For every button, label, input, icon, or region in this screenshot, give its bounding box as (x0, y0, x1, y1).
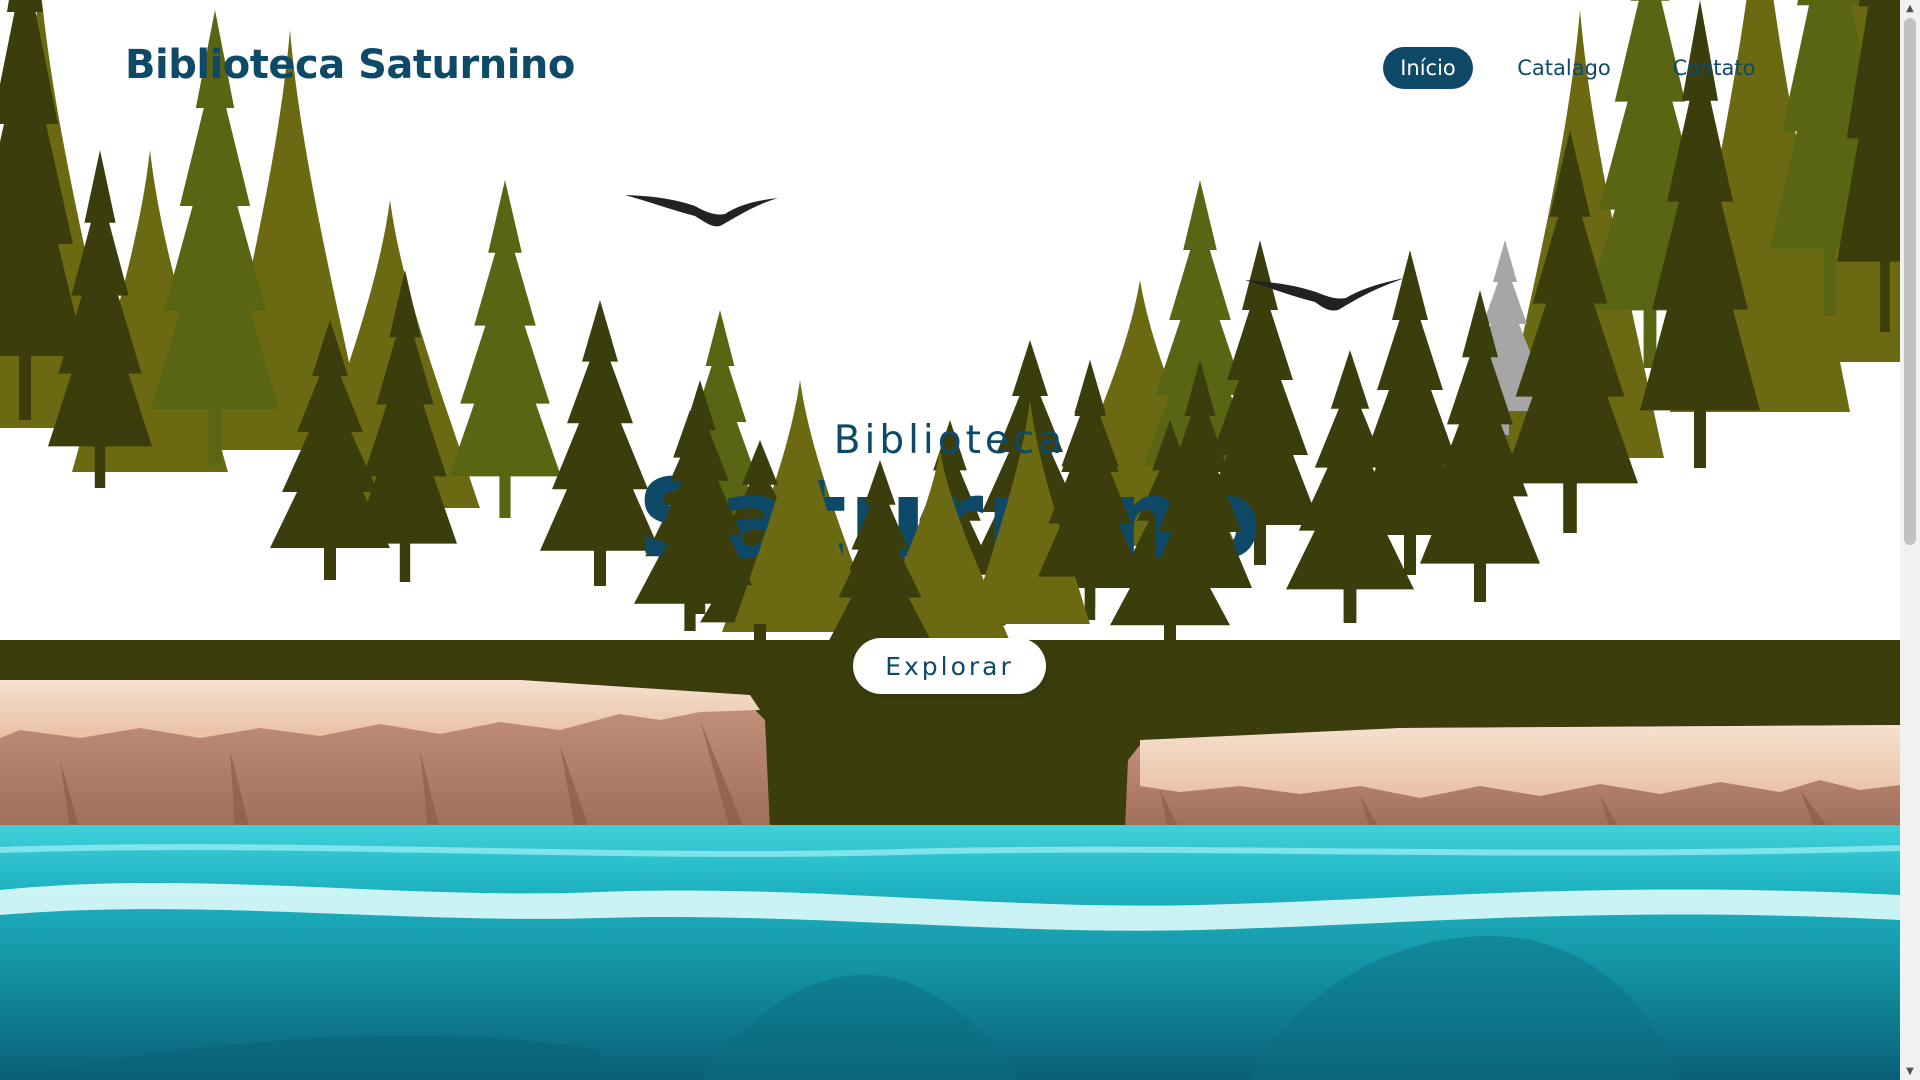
nav-link-inicio[interactable]: Início (1383, 47, 1473, 89)
scrollbar-thumb[interactable] (1904, 18, 1916, 545)
page-scrollbar[interactable]: ▲ ▼ (1900, 0, 1920, 1080)
nav-link-contato[interactable]: Contato (1664, 47, 1764, 89)
foreground-trees (648, 360, 1252, 668)
navbar: Biblioteca Saturnino Início Catalago Con… (0, 0, 1900, 135)
scroll-down-arrow-icon[interactable]: ▼ (1900, 1063, 1920, 1080)
explore-button[interactable]: Explorar (853, 638, 1046, 694)
hero-subtitle: Biblioteca (833, 418, 1067, 463)
page: Biblioteca Saturnino Início Catalago Con… (0, 0, 1900, 1080)
scroll-up-arrow-icon[interactable]: ▲ (1900, 0, 1920, 17)
nav-link-catalogo[interactable]: Catalago (1500, 47, 1628, 89)
brand-title[interactable]: Biblioteca Saturnino (125, 42, 575, 88)
